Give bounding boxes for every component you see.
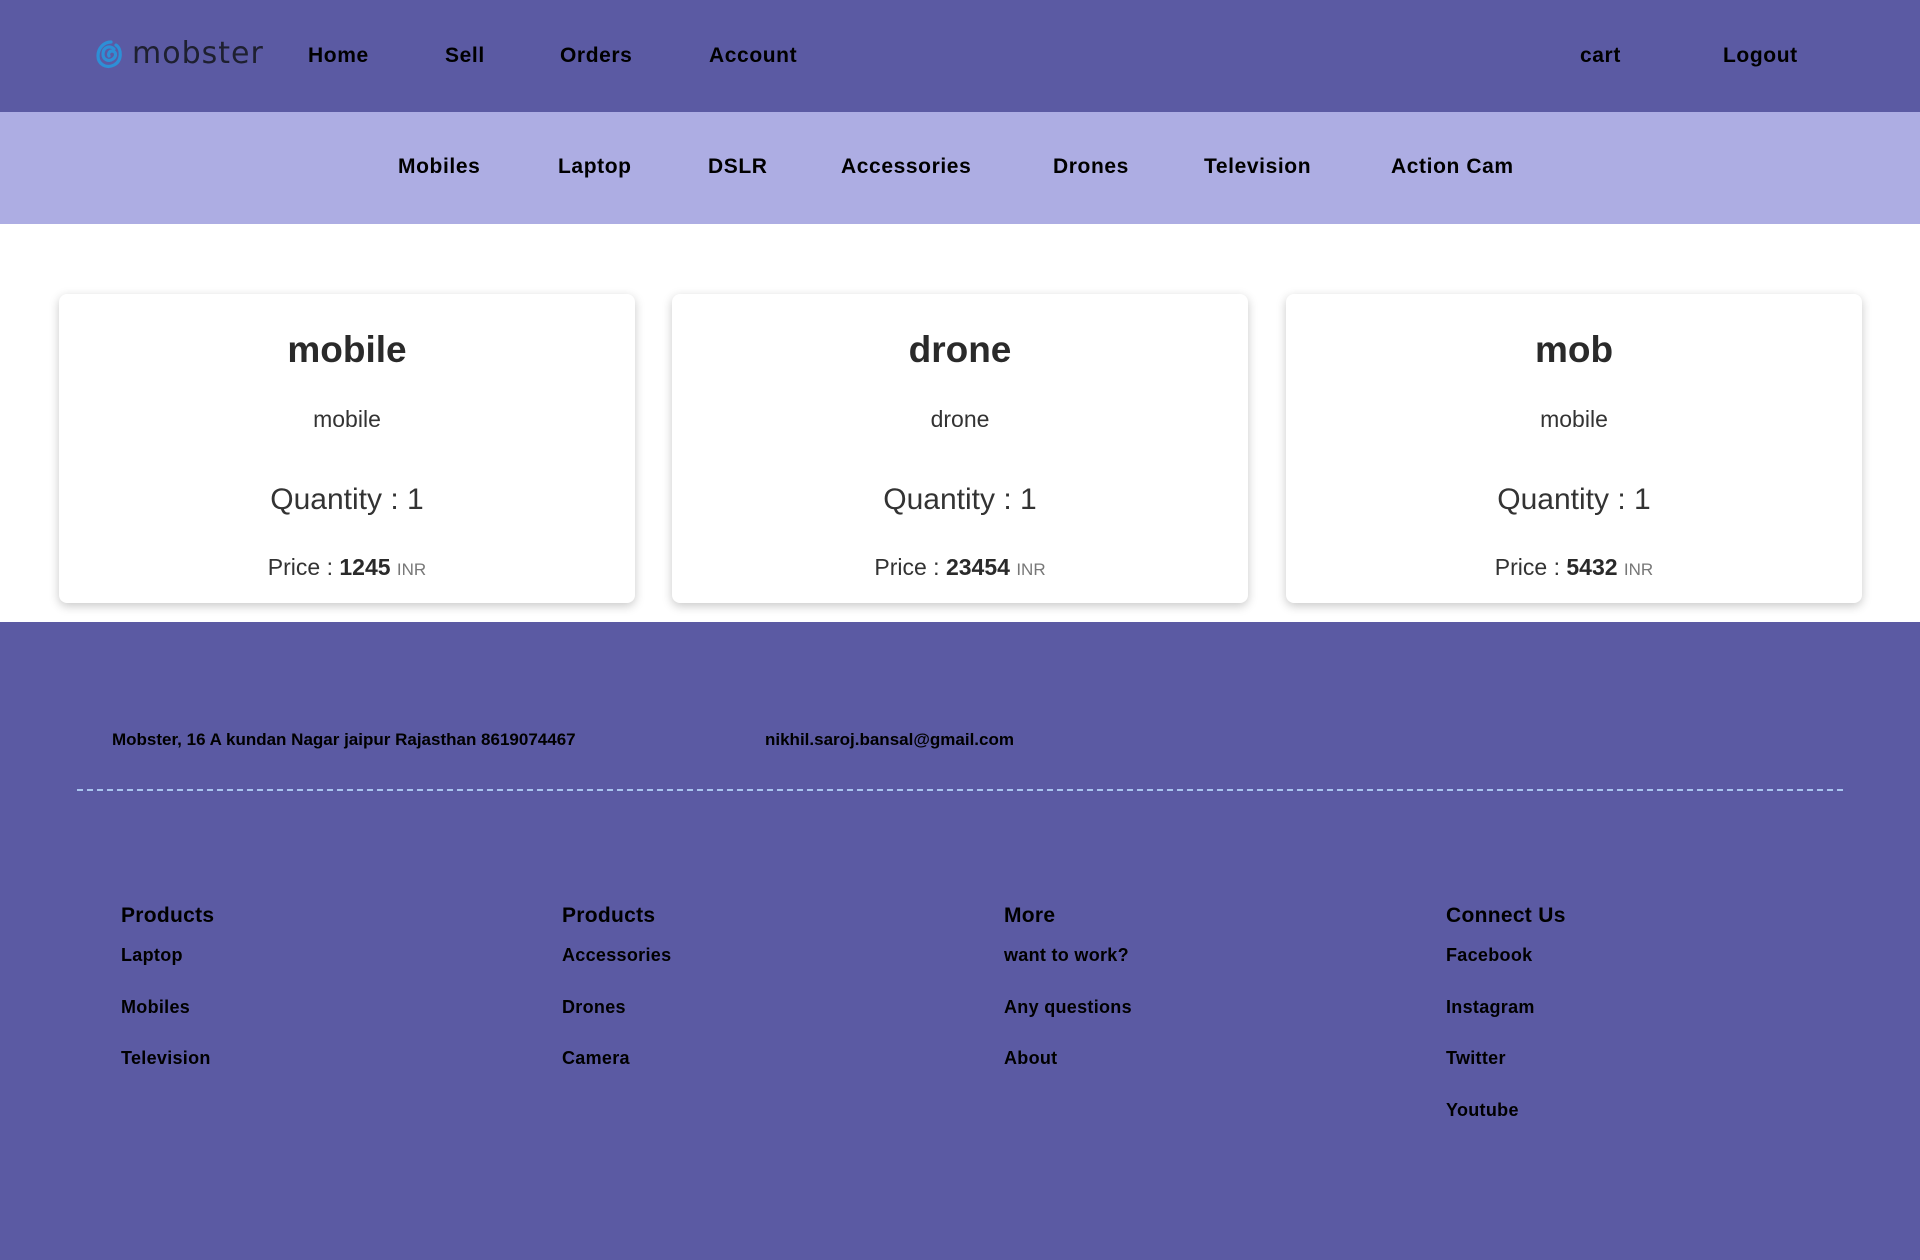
footer-link-about[interactable]: About <box>1004 1047 1057 1069</box>
price-amount: 23454 <box>945 554 1010 580</box>
price-currency: INR <box>1623 560 1654 579</box>
category-mobiles[interactable]: Mobiles <box>398 155 480 179</box>
footer-column-title: Connect Us <box>1446 904 1566 927</box>
footer <box>0 622 1920 1260</box>
product-card[interactable]: mob mobile Quantity : 1 Price : 5432 INR <box>1286 294 1862 603</box>
product-price: Price : 1245 INR <box>59 553 635 584</box>
footer-link-twitter[interactable]: Twitter <box>1446 1047 1506 1069</box>
category-television[interactable]: Television <box>1204 155 1311 179</box>
footer-link-camera[interactable]: Camera <box>562 1047 630 1069</box>
logout-button[interactable]: Logout <box>1723 44 1798 68</box>
nav-sell[interactable]: Sell <box>445 44 485 68</box>
footer-link-any-questions[interactable]: Any questions <box>1004 996 1132 1018</box>
product-category: drone <box>930 406 990 432</box>
price-amount: 1245 <box>339 554 391 580</box>
footer-link-television[interactable]: Television <box>121 1047 211 1069</box>
footer-divider <box>77 789 1843 791</box>
footer-link-facebook[interactable]: Facebook <box>1446 944 1532 966</box>
footer-link-laptop[interactable]: Laptop <box>121 944 183 966</box>
footer-column-more: More want to work? Any questions About <box>1004 904 1132 1068</box>
footer-column-title: Products <box>121 904 215 927</box>
logo-text: mobster <box>132 36 264 71</box>
product-price: Price : 5432 INR <box>1286 553 1862 584</box>
footer-email[interactable]: nikhil.saroj.bansal@gmail.com <box>765 730 1014 750</box>
price-currency: INR <box>396 560 427 579</box>
nav-home[interactable]: Home <box>308 44 369 68</box>
footer-column-title: More <box>1004 904 1056 927</box>
footer-link-want-to-work[interactable]: want to work? <box>1004 944 1129 966</box>
price-label: Price : <box>267 554 333 580</box>
footer-link-youtube[interactable]: Youtube <box>1446 1099 1519 1121</box>
price-amount: 5432 <box>1566 554 1618 580</box>
product-title: mob <box>1534 329 1614 370</box>
price-label: Price : <box>1494 554 1560 580</box>
nav-orders[interactable]: Orders <box>560 44 632 68</box>
footer-link-accessories[interactable]: Accessories <box>562 944 671 966</box>
footer-link-drones[interactable]: Drones <box>562 996 626 1018</box>
footer-address: Mobster, 16 A kundan Nagar jaipur Rajast… <box>112 730 576 749</box>
product-price: Price : 23454 INR <box>672 553 1248 584</box>
product-title: drone <box>908 329 1012 370</box>
product-title: mobile <box>287 329 407 370</box>
footer-column-products: Products Laptop Mobiles Television <box>121 904 215 1068</box>
category-accessories[interactable]: Accessories <box>841 155 971 179</box>
footer-link-mobiles[interactable]: Mobiles <box>121 996 190 1018</box>
logo-swirl-icon <box>96 40 122 68</box>
product-category: mobile <box>1540 406 1608 432</box>
price-label: Price : <box>874 554 940 580</box>
footer-link-instagram[interactable]: Instagram <box>1446 996 1535 1018</box>
product-category: mobile <box>313 406 381 432</box>
nav-cart[interactable]: cart <box>1580 44 1621 68</box>
logo[interactable]: mobster <box>94 36 264 72</box>
product-quantity: Quantity : 1 <box>270 483 424 516</box>
footer-column-connect: Connect Us Facebook Instagram Twitter Yo… <box>1446 904 1566 1120</box>
product-quantity: Quantity : 1 <box>1497 483 1651 516</box>
category-action-cam[interactable]: Action Cam <box>1391 155 1514 179</box>
product-card[interactable]: drone drone Quantity : 1 Price : 23454 I… <box>672 294 1248 603</box>
footer-column-products-2: Products Accessories Drones Camera <box>562 904 671 1068</box>
category-laptop[interactable]: Laptop <box>558 155 632 179</box>
product-quantity: Quantity : 1 <box>883 483 1037 516</box>
price-currency: INR <box>1016 560 1046 579</box>
category-drones[interactable]: Drones <box>1053 155 1129 179</box>
footer-column-title: Products <box>562 904 656 927</box>
nav-account[interactable]: Account <box>709 44 797 68</box>
top-navbar: mobster Home Sell Orders Account cart Lo… <box>0 0 1920 112</box>
category-dslr[interactable]: DSLR <box>708 155 768 179</box>
product-card[interactable]: mobile mobile Quantity : 1 Price : 1245 … <box>59 294 635 603</box>
